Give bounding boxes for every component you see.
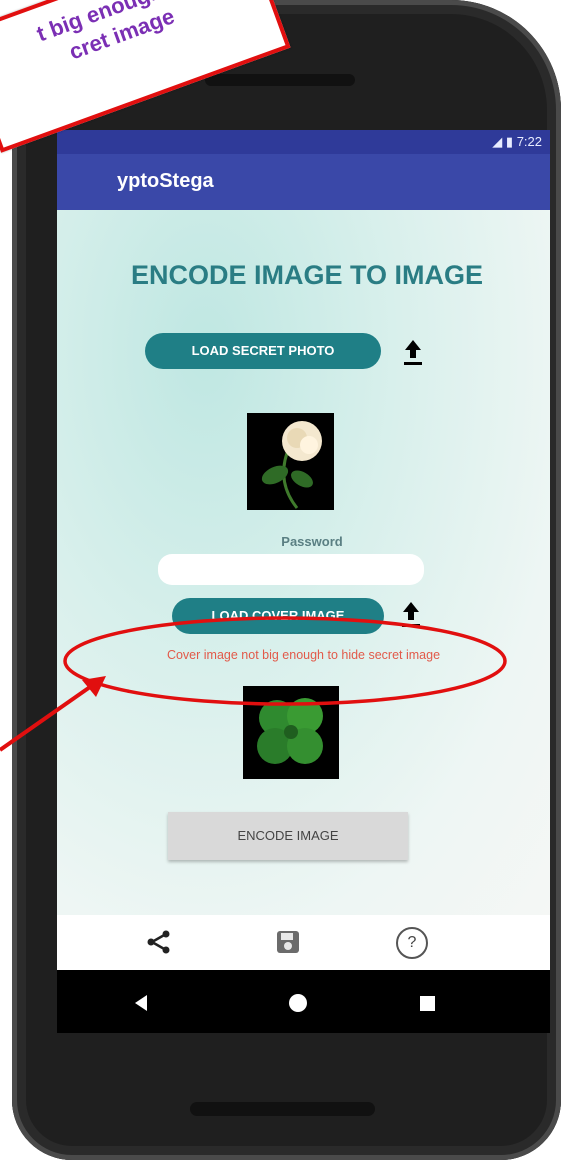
highlight-ellipse bbox=[63, 616, 507, 706]
annotation-arrow-line bbox=[0, 678, 102, 752]
annotation-overlay bbox=[0, 616, 507, 752]
